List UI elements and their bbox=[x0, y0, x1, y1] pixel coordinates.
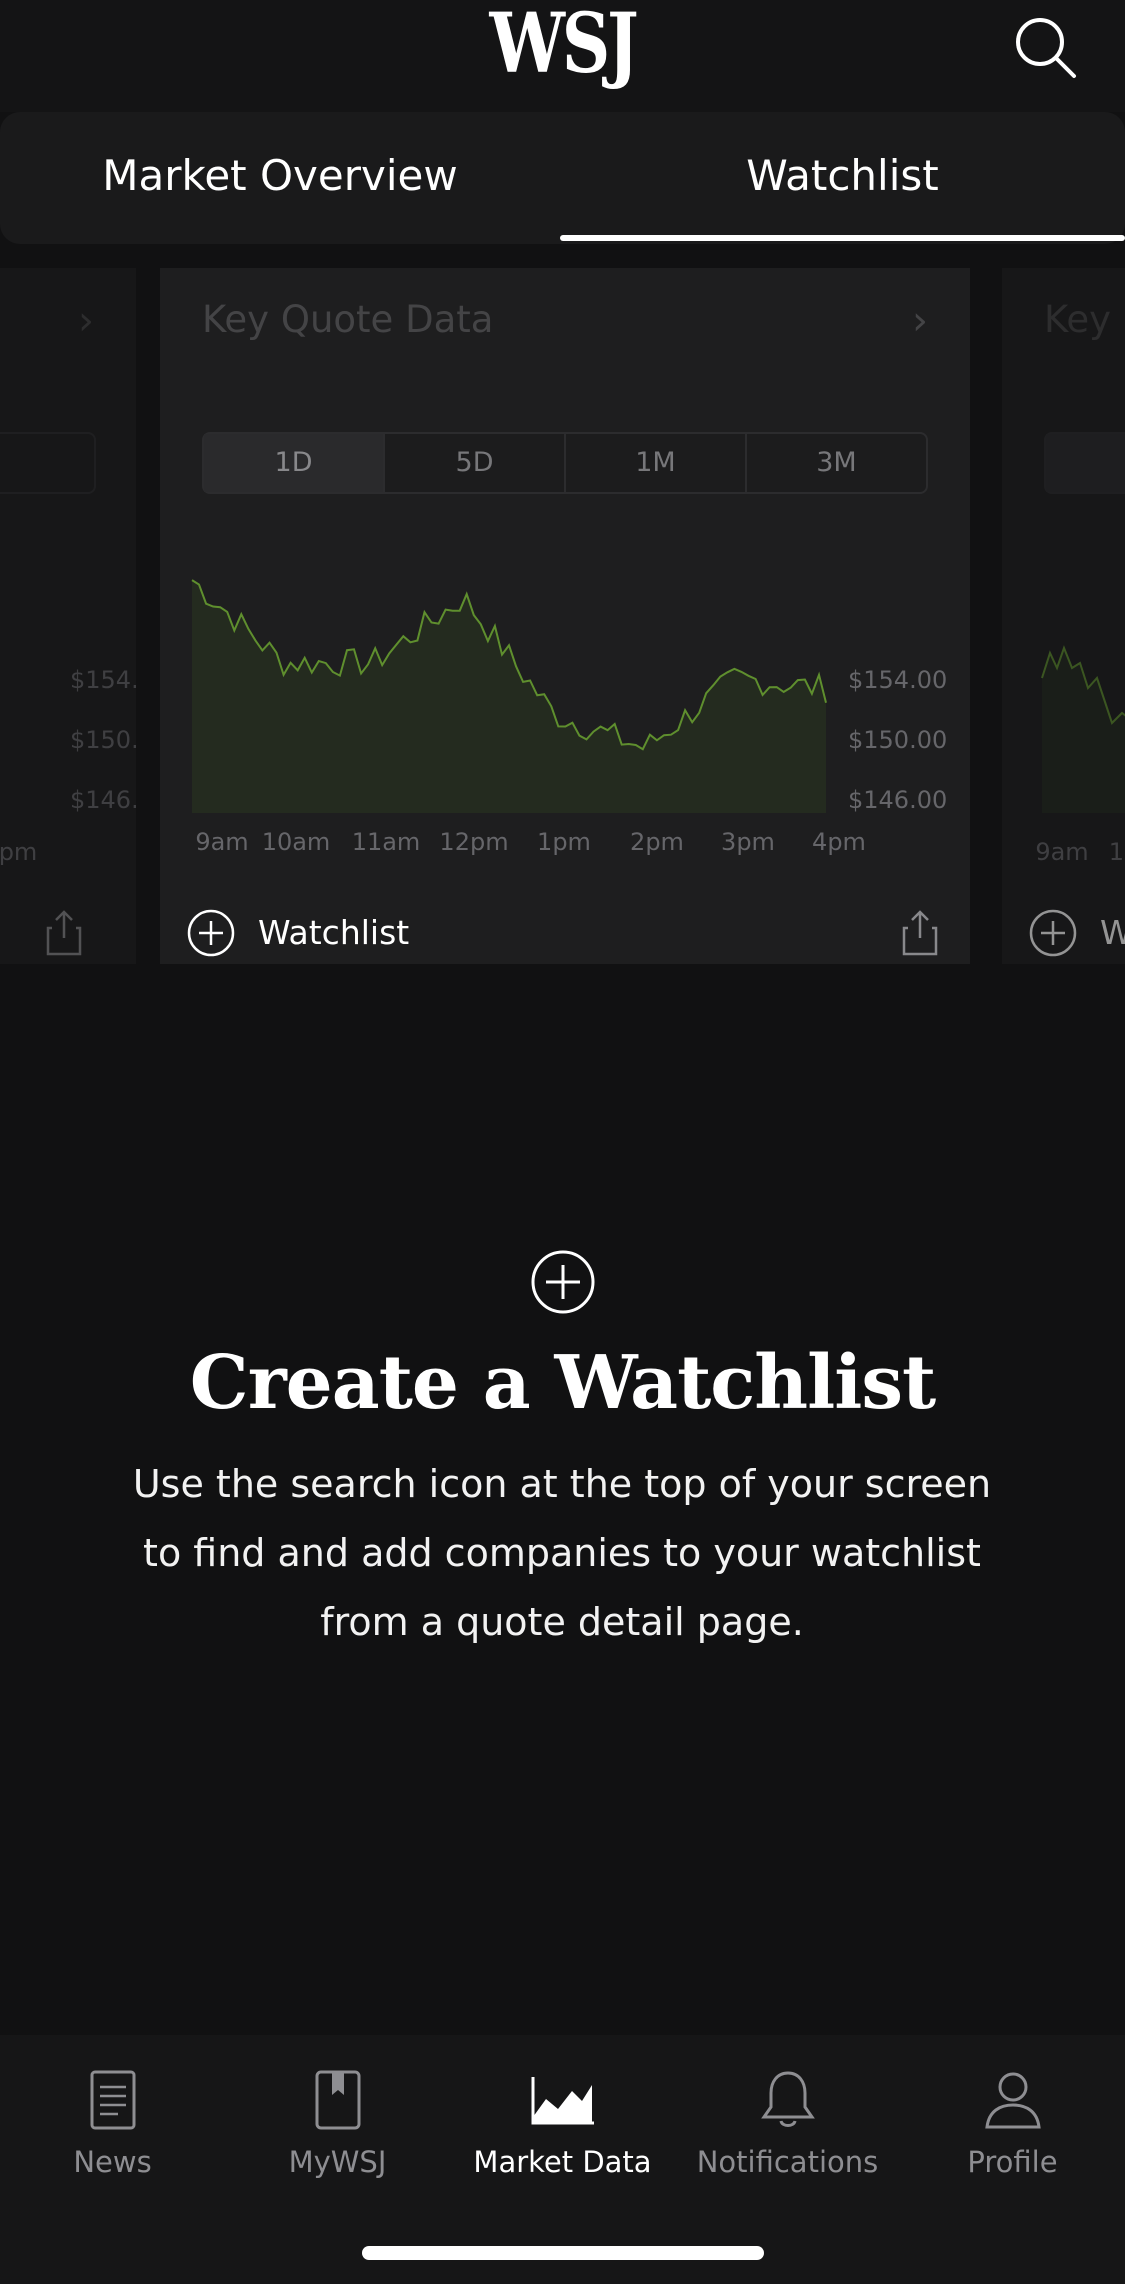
empty-state-text: Use the search icon at the top of your s… bbox=[132, 1462, 992, 1644]
person-icon bbox=[984, 2072, 1041, 2129]
wsj-logo[interactable]: WSJ bbox=[101, 0, 1024, 88]
y-tick-label: $154.00 bbox=[848, 666, 947, 694]
market-data-icon bbox=[531, 2077, 594, 2125]
x-axis: 9am 10am 11am 12pm 1pm 2pm 3pm 4pm bbox=[160, 828, 970, 868]
nav-label: Profile bbox=[967, 2145, 1058, 2179]
range-button-3m[interactable]: M bbox=[0, 434, 94, 492]
add-to-watchlist-icon[interactable] bbox=[1028, 908, 1078, 958]
quote-card-next[interactable]: Key Q 1 9am 10 W bbox=[1002, 268, 1125, 964]
bell-icon bbox=[760, 2071, 815, 2127]
add-circle-icon bbox=[531, 1250, 595, 1314]
active-tab-indicator bbox=[560, 235, 1125, 241]
tab-market-overview[interactable]: Market Overview bbox=[0, 112, 560, 244]
quote-carousel[interactable]: › M $154.00 $150.00 $146.00 pm Key Quote… bbox=[0, 244, 1125, 964]
range-button-1m[interactable]: 1M bbox=[566, 434, 747, 492]
add-to-watchlist-label[interactable]: W bbox=[1100, 908, 1125, 958]
nav-label: Notifications bbox=[696, 2145, 879, 2179]
news-icon bbox=[90, 2070, 135, 2130]
key-quote-data-title: Key Q bbox=[1044, 298, 1125, 341]
x-tick-label: 10am bbox=[261, 828, 331, 856]
range-selector: M bbox=[0, 432, 96, 494]
key-quote-data-title[interactable]: Key Quote Data bbox=[202, 298, 493, 341]
x-tick-label: 9am bbox=[195, 828, 249, 856]
x-tick-label: 10 bbox=[1108, 838, 1125, 866]
nav-item-market-data[interactable]: Market Data bbox=[450, 2065, 675, 2179]
nav-item-profile[interactable]: Profile bbox=[900, 2065, 1125, 2179]
x-tick-label: 1pm bbox=[537, 828, 591, 856]
add-to-watchlist-icon[interactable] bbox=[186, 908, 236, 958]
quote-card-prev[interactable]: › M $154.00 $150.00 $146.00 pm bbox=[0, 268, 136, 964]
quote-card[interactable]: Key Quote Data › 1D 5D 1M 3M $154.00 $15… bbox=[160, 268, 970, 964]
nav-item-news[interactable]: News bbox=[0, 2065, 225, 2179]
nav-label: News bbox=[73, 2145, 152, 2179]
chevron-right-icon[interactable]: › bbox=[912, 298, 928, 344]
app-header: WSJ bbox=[0, 0, 1125, 112]
price-chart-next bbox=[1041, 645, 1125, 813]
empty-state-title: Create a Watchlist bbox=[189, 1340, 936, 1426]
chevron-right-icon: › bbox=[78, 298, 94, 344]
y-tick-label: $146.00 bbox=[70, 786, 136, 814]
search-icon[interactable] bbox=[1010, 12, 1080, 82]
x-tick-label: 12pm bbox=[439, 828, 509, 856]
range-button-5d[interactable]: 5D bbox=[385, 434, 566, 492]
share-icon[interactable] bbox=[900, 908, 940, 958]
x-tick-label: 11am bbox=[351, 828, 421, 856]
y-tick-label: $154.00 bbox=[70, 666, 136, 694]
range-selector: 1D 5D 1M 3M bbox=[202, 432, 928, 494]
bookmark-icon bbox=[315, 2070, 360, 2130]
x-tick-label: 2pm bbox=[630, 828, 684, 856]
price-area bbox=[192, 580, 826, 813]
y-tick-label: $150.00 bbox=[70, 726, 136, 754]
nav-label: MyWSJ bbox=[288, 2145, 387, 2179]
range-selector: 1 bbox=[1044, 432, 1125, 494]
price-chart: $154.00 $150.00 $146.00 bbox=[191, 579, 947, 814]
tab-watchlist[interactable]: Watchlist bbox=[560, 112, 1125, 244]
y-tick-label: $150.00 bbox=[848, 726, 947, 754]
tab-bar: Market Overview Watchlist bbox=[0, 112, 1125, 244]
add-to-watchlist-label[interactable]: Watchlist bbox=[258, 908, 409, 958]
x-tick-label: 9am bbox=[1035, 838, 1089, 866]
nav-item-mywsj[interactable]: MyWSJ bbox=[225, 2065, 450, 2179]
nav-label: Market Data bbox=[473, 2145, 652, 2179]
x-tick-label: 4pm bbox=[812, 828, 866, 856]
range-button-3m[interactable]: 3M bbox=[747, 434, 926, 492]
share-icon[interactable] bbox=[44, 908, 84, 958]
range-button-1d[interactable]: 1 bbox=[1046, 434, 1125, 492]
price-chart-prev: $154.00 $150.00 $146.00 bbox=[70, 666, 136, 814]
y-tick-label: $146.00 bbox=[848, 786, 947, 814]
nav-item-notifications[interactable]: Notifications bbox=[675, 2065, 900, 2179]
range-button-1d[interactable]: 1D bbox=[204, 434, 385, 492]
x-tick-label: 3pm bbox=[721, 828, 775, 856]
home-indicator[interactable] bbox=[362, 2246, 764, 2260]
x-tick-label: pm bbox=[0, 838, 38, 866]
